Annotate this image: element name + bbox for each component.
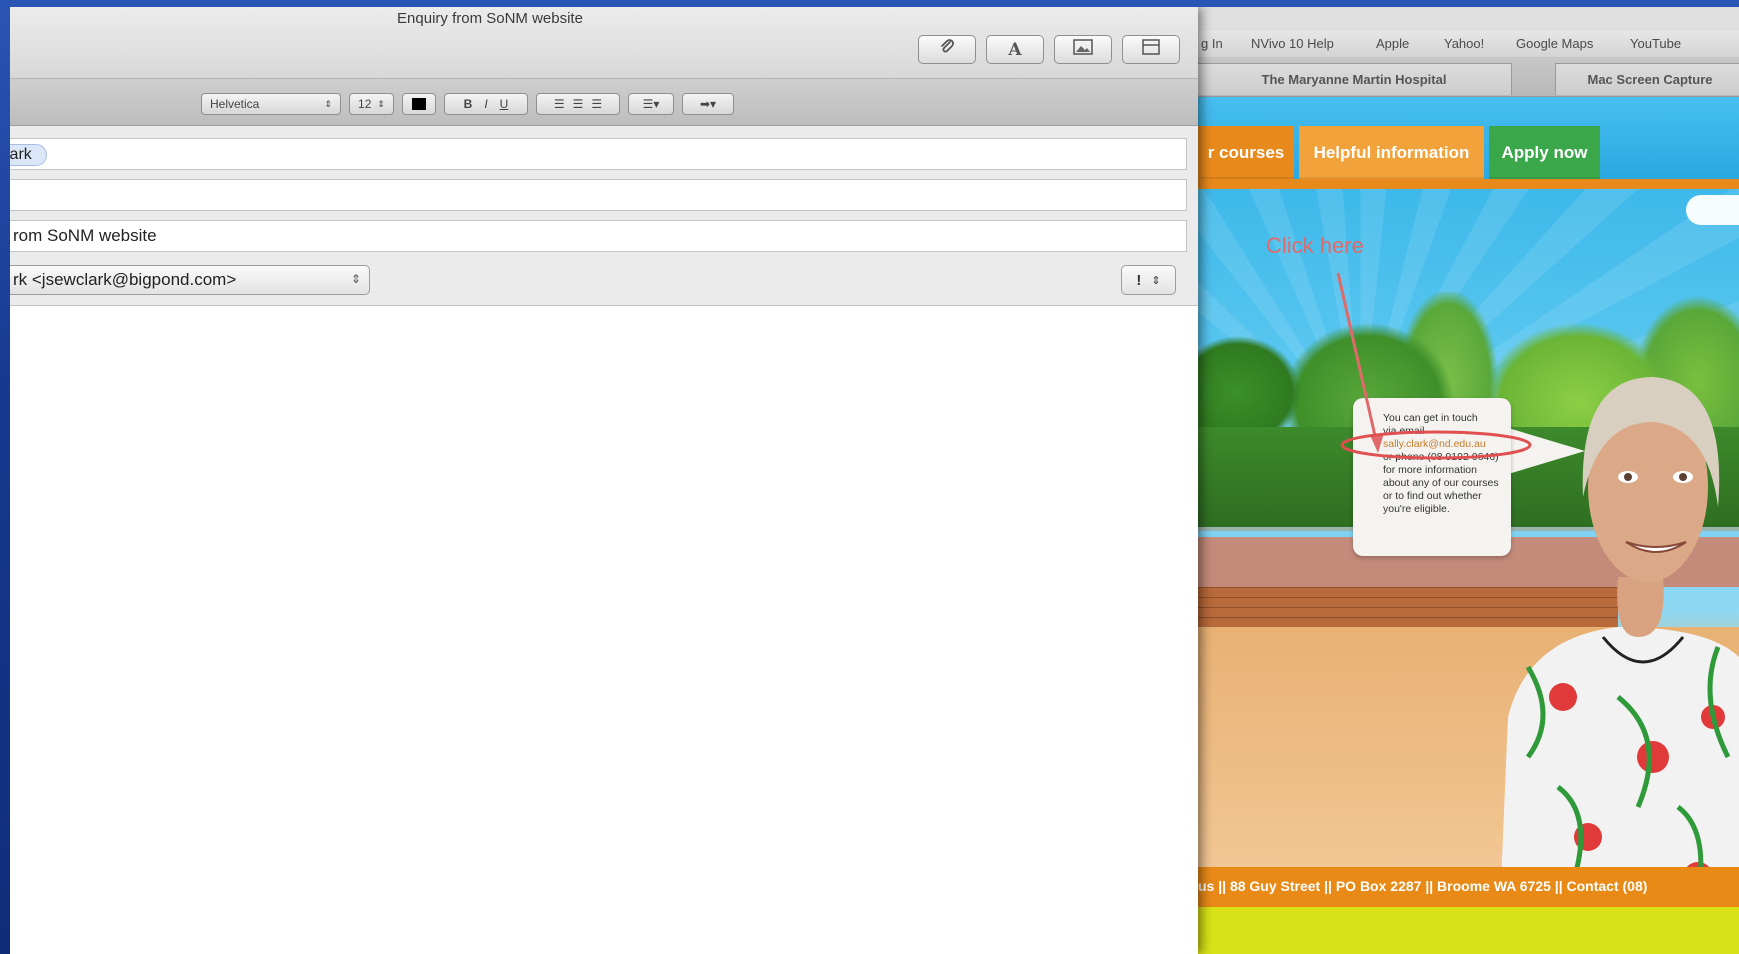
compose-window: Enquiry from SoNM website A Helvetica ⇕ … — [10, 7, 1198, 954]
to-field[interactable]: lark — [10, 138, 1187, 170]
align-buttons: ☰ ☰ ☰ — [536, 93, 620, 115]
text-color-button[interactable] — [402, 93, 436, 115]
font-size-select[interactable]: 12 ⇕ — [349, 93, 394, 115]
message-body[interactable] — [10, 307, 1198, 954]
photo-browser-button[interactable] — [1054, 35, 1112, 64]
bookmark-item[interactable]: NVivo 10 Help — [1251, 36, 1334, 51]
window-title: Enquiry from SoNM website — [397, 10, 583, 27]
compose-titlebar: Enquiry from SoNM website A — [10, 7, 1198, 79]
speech-bubble-tail — [1505, 427, 1585, 475]
select-arrows-icon: ⇕ — [324, 98, 332, 109]
bubble-text-body: or phone (08 9192 0646) for more informa… — [1383, 451, 1499, 515]
bubble-text-line: You can get in touch — [1383, 412, 1478, 424]
show-stationery-icon — [1142, 39, 1160, 60]
bookmark-item[interactable]: Google Maps — [1516, 36, 1593, 51]
priority-value: ! — [1136, 271, 1142, 289]
browser-tab[interactable]: The Maryanne Martin Hospital — [1198, 63, 1512, 95]
site-footer: us || 88 Guy Street || PO Box 2287 || Br… — [1198, 867, 1739, 907]
align-right-icon[interactable]: ☰ — [591, 97, 602, 111]
nav-underline — [1198, 179, 1739, 189]
bookmark-item[interactable]: YouTube — [1630, 36, 1681, 51]
font-select[interactable]: Helvetica ⇕ — [201, 93, 341, 115]
align-center-icon[interactable]: ☰ — [573, 97, 584, 111]
cloud-graphic — [1686, 195, 1739, 225]
bookmark-item[interactable]: Apple — [1376, 36, 1409, 51]
message-headers: lark rom SoNM website rk <jsewclark@bigp… — [10, 126, 1198, 306]
nav-apply-now[interactable]: Apply now — [1489, 126, 1600, 179]
style-buttons: B I U — [444, 93, 528, 115]
click-here-annotation: Click here — [1266, 233, 1364, 258]
select-arrows-icon: ⇕ — [350, 272, 361, 286]
bookmark-item[interactable]: g In — [1201, 36, 1223, 51]
format-bar: Helvetica ⇕ 12 ⇕ B I U ☰ ☰ ☰ ☰▾ ➡▾ — [10, 79, 1198, 126]
paperclip-icon — [938, 38, 956, 61]
align-left-icon[interactable]: ☰ — [554, 97, 565, 111]
website-page: r courses Helpful information Apply now — [1198, 97, 1739, 954]
contact-email-link[interactable]: sally.clark@nd.edu.au — [1383, 438, 1499, 451]
indent-menu-button[interactable]: ➡▾ — [682, 93, 734, 115]
select-arrows-icon: ⇕ — [377, 98, 385, 109]
bookmark-item[interactable]: Yahoo! — [1444, 36, 1484, 51]
browser-tab[interactable]: Mac Screen Capture — [1555, 63, 1739, 95]
recipient-token[interactable]: lark — [10, 144, 47, 166]
font-letter-icon: A — [1008, 39, 1022, 60]
priority-select[interactable]: ! ⇕ — [1121, 265, 1176, 295]
bubble-text-line: via email — [1383, 425, 1425, 437]
list-menu-button[interactable]: ☰▾ — [628, 93, 674, 115]
nav-helpful-information[interactable]: Helpful information — [1299, 126, 1484, 179]
from-select[interactable]: rk <jsewclark@bigpond.com> ⇕ — [10, 265, 370, 295]
site-nav: r courses Helpful information Apply now — [1198, 97, 1739, 179]
browser-tab-bar: The Maryanne Martin Hospital Mac Screen … — [1198, 57, 1739, 97]
speech-bubble: You can get in touch via email sally.cla… — [1353, 398, 1511, 556]
stationery-button[interactable] — [1122, 35, 1180, 64]
underline-button[interactable]: U — [500, 97, 509, 111]
screenshot-area: Enquiry from SoNM website A Helvetica ⇕ … — [10, 7, 1739, 954]
browser-window: g In NVivo 10 Help Apple Yahoo! Google M… — [1198, 7, 1739, 954]
attach-button[interactable] — [918, 35, 976, 64]
bold-button[interactable]: B — [464, 97, 473, 111]
font-select-value: Helvetica — [210, 97, 260, 111]
list-icon: ☰▾ — [642, 97, 660, 111]
photo-browser-icon — [1073, 39, 1093, 60]
cc-field[interactable] — [10, 179, 1187, 211]
select-arrows-icon: ⇕ — [1151, 274, 1161, 287]
bookmarks-bar: g In NVivo 10 Help Apple Yahoo! Google M… — [1198, 31, 1739, 57]
subject-field[interactable]: rom SoNM website — [10, 220, 1187, 252]
font-size-value: 12 — [358, 97, 372, 111]
from-select-value: rk <jsewclark@bigpond.com> — [13, 270, 237, 289]
footer-band — [1198, 907, 1739, 954]
nav-our-courses[interactable]: r courses — [1198, 126, 1294, 179]
indent-arrow-icon: ➡▾ — [699, 97, 717, 111]
italic-button[interactable]: I — [484, 97, 487, 111]
fonts-button[interactable]: A — [986, 35, 1044, 64]
color-swatch-icon — [412, 98, 426, 110]
